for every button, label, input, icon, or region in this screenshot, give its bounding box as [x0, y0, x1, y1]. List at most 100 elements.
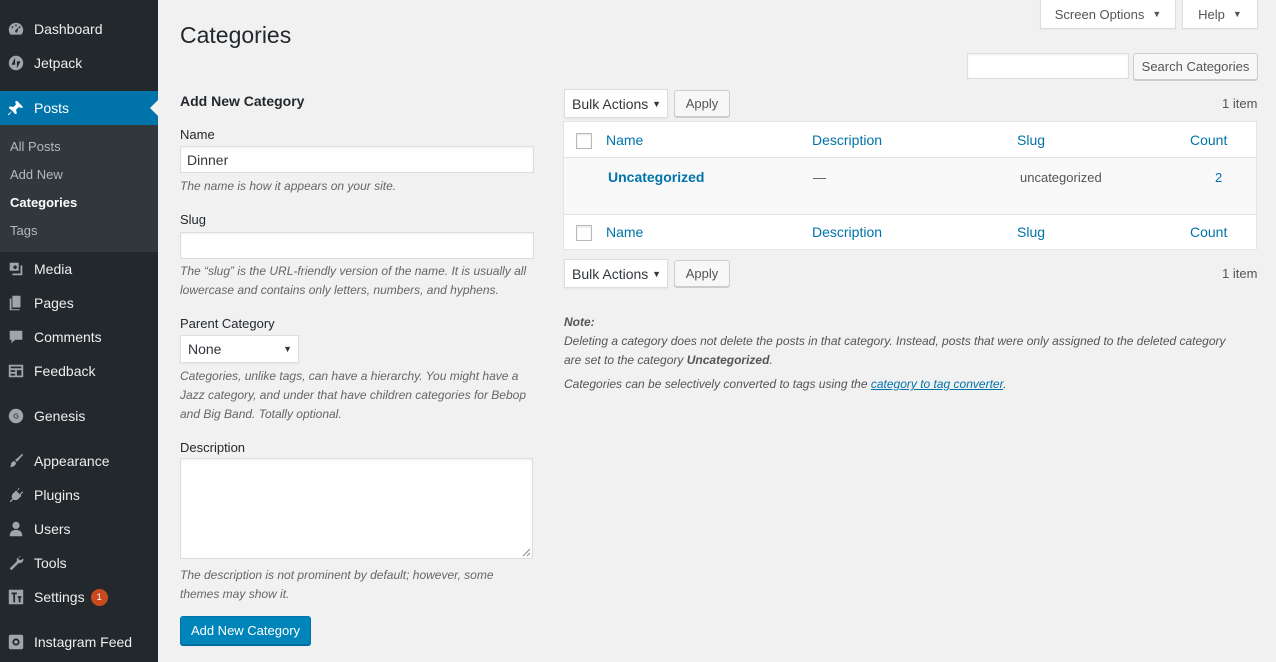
caret-down-icon: ▼ [1152, 9, 1162, 19]
search-input[interactable] [967, 53, 1129, 79]
form-heading: Add New Category [180, 93, 305, 109]
feedback-icon [6, 361, 26, 381]
column-footer-description[interactable]: Description [812, 224, 882, 240]
sidebar-item-label: Plugins [34, 487, 80, 503]
item-count-bottom: 1 item [1222, 266, 1258, 281]
note-line-3-prefix: Categories can be selectively converted … [564, 377, 871, 391]
sidebar-item-label: Pages [34, 295, 74, 311]
name-field[interactable]: Dinner [180, 146, 534, 173]
note-line-3-suffix: . [1003, 377, 1007, 391]
parent-help-line-3: and Big Band. Totally optional. [180, 407, 342, 421]
category-to-tag-converter-link[interactable]: category to tag converter [871, 377, 1003, 391]
sidebar-item-users[interactable]: Users [0, 512, 158, 546]
column-footer-slug[interactable]: Slug [1017, 224, 1045, 240]
update-count-badge: 1 [90, 588, 108, 606]
help-button[interactable]: Help ▼ [1182, 0, 1258, 29]
svg-text:G: G [13, 412, 19, 421]
sidebar-item-appearance[interactable]: Appearance [0, 444, 158, 478]
help-label: Help [1198, 6, 1225, 22]
apply-button-top[interactable]: Apply [674, 90, 730, 117]
name-label: Name [180, 127, 215, 142]
settings-icon [6, 587, 26, 607]
page-title: Categories [180, 22, 292, 48]
description-help-line-1: The description is not prominent by defa… [180, 568, 494, 582]
sidebar-item-label: Settings [34, 589, 85, 605]
slug-field[interactable] [180, 232, 534, 259]
wrench-icon [6, 553, 26, 573]
note-line-2: are set to the category Uncategorized. [564, 351, 773, 370]
note-line-3: Categories can be selectively converted … [564, 375, 1006, 394]
caret-down-icon: ▼ [283, 344, 292, 354]
note-line-2-prefix: are set to the category [564, 353, 687, 367]
column-header-name[interactable]: Name [606, 132, 643, 148]
parent-category-select[interactable]: None ▼ [180, 335, 299, 363]
sidebar-item-label: Appearance [34, 453, 110, 469]
sidebar-item-label: Tools [34, 555, 67, 571]
search-categories-button[interactable]: Search Categories [1133, 53, 1258, 80]
sidebar-item-media[interactable]: Media [0, 252, 158, 286]
apply-button-bottom[interactable]: Apply [674, 260, 730, 287]
comment-icon [6, 327, 26, 347]
description-textarea[interactable] [180, 458, 533, 559]
parent-category-value: None [188, 341, 222, 357]
bulk-actions-value: Bulk Actions [572, 265, 649, 282]
submenu-item-categories[interactable]: Categories [10, 195, 77, 210]
sidebar-item-label: Jetpack [34, 55, 83, 71]
sidebar-item-label: Posts [34, 100, 70, 116]
parent-help-line-2: Jazz category, and under that have child… [180, 388, 526, 402]
media-icon [6, 259, 26, 279]
column-header-slug[interactable]: Slug [1017, 132, 1045, 148]
table-row: Uncategorized — uncategorized 2 [564, 158, 1256, 214]
sidebar-item-settings[interactable]: Settings 1 [0, 580, 158, 614]
genesis-icon: G [6, 406, 26, 426]
name-help: The name is how it appears on your site. [180, 179, 397, 193]
sidebar-item-pages[interactable]: Pages [0, 286, 158, 320]
slug-label: Slug [180, 212, 207, 227]
admin-sidebar: Dashboard Jetpack Posts All Posts Add Ne… [0, 0, 158, 662]
select-all-checkbox-header[interactable] [576, 133, 592, 149]
screen-options-label: Screen Options [1054, 6, 1145, 22]
column-footer-name[interactable]: Name [606, 224, 643, 240]
sidebar-item-genesis[interactable]: G Genesis [0, 399, 158, 433]
submenu-item-all-posts[interactable]: All Posts [10, 139, 61, 154]
pages-icon [6, 293, 26, 313]
parent-category-label: Parent Category [180, 316, 275, 331]
sidebar-item-dashboard[interactable]: Dashboard [0, 12, 158, 46]
add-new-category-button[interactable]: Add New Category [180, 616, 311, 645]
caret-down-icon: ▼ [652, 98, 661, 109]
description-label: Description [180, 440, 246, 455]
bulk-actions-value: Bulk Actions [572, 95, 649, 112]
sidebar-item-label: Instagram Feed [34, 634, 133, 650]
submenu-item-add-new[interactable]: Add New [10, 167, 63, 182]
sidebar-item-posts[interactable]: Posts [0, 91, 158, 125]
sidebar-item-tools[interactable]: Tools [0, 546, 158, 580]
sidebar-item-label: Users [34, 521, 71, 537]
sidebar-item-label: Media [34, 261, 73, 277]
category-count-link[interactable]: 2 [1215, 170, 1222, 185]
sidebar-item-label: Genesis [34, 408, 86, 424]
sidebar-item-label: Comments [34, 329, 102, 345]
sidebar-item-plugins[interactable]: Plugins [0, 478, 158, 512]
bulk-actions-select-top[interactable]: Bulk Actions ▼ [564, 89, 668, 118]
sidebar-item-feedback[interactable]: Feedback [0, 354, 158, 388]
select-all-checkbox-footer[interactable] [576, 225, 592, 241]
category-slug: uncategorized [1020, 170, 1102, 185]
parent-help-line-1: Categories, unlike tags, can have a hier… [180, 369, 519, 383]
sidebar-item-jetpack[interactable]: Jetpack [0, 46, 158, 80]
sidebar-item-label: Dashboard [34, 21, 103, 37]
slug-help-line-1: The “slug” is the URL-friendly version o… [180, 264, 527, 278]
column-header-description[interactable]: Description [812, 132, 882, 148]
category-name-link[interactable]: Uncategorized [608, 169, 704, 185]
column-footer-count[interactable]: Count [1190, 224, 1227, 240]
footer-divider [564, 214, 1256, 215]
jetpack-icon [6, 53, 26, 73]
caret-down-icon: ▼ [652, 268, 661, 279]
submenu-item-tags[interactable]: Tags [10, 223, 37, 238]
sidebar-item-instagram-feed[interactable]: Instagram Feed [0, 625, 158, 659]
sidebar-item-comments[interactable]: Comments [0, 320, 158, 354]
screen-options-button[interactable]: Screen Options ▼ [1040, 0, 1176, 29]
note-uncategorized: Uncategorized [686, 353, 770, 367]
column-header-count[interactable]: Count [1190, 132, 1227, 148]
resize-handle-icon[interactable] [522, 548, 531, 557]
bulk-actions-select-bottom[interactable]: Bulk Actions ▼ [564, 259, 668, 288]
